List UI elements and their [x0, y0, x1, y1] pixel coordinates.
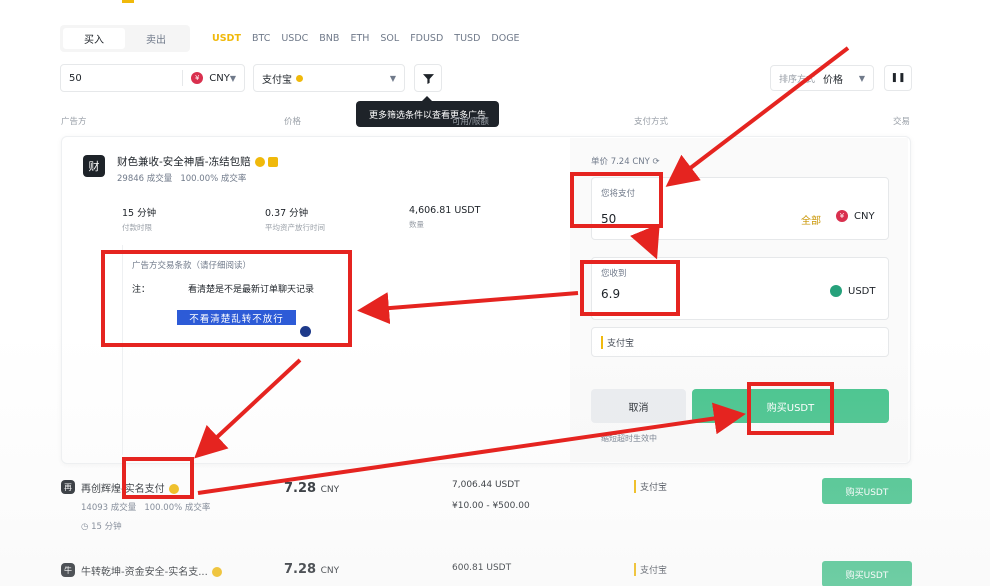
chevron-down-icon[interactable]: ▼: [230, 74, 236, 83]
cny-currency-icon: ¥: [191, 72, 204, 84]
unit-price: 单价 7.24 CNY: [591, 157, 650, 167]
row-available: 600.81 USDT: [452, 563, 512, 573]
row-stats: 14093 成交量 100.00% 成交率: [81, 501, 210, 513]
amount-value: 50: [69, 72, 82, 84]
column-header-advertiser: 广告方: [61, 117, 87, 127]
coin-tab-usdt[interactable]: USDT: [212, 33, 241, 44]
column-header-available: 可用/限额: [452, 117, 489, 127]
payment-method-select[interactable]: 支付宝 ▼: [253, 64, 405, 92]
stat-value: 0.37 分钟: [265, 208, 309, 219]
sort-select[interactable]: 排序方式 价格 ▼: [770, 65, 874, 91]
annotation-box-row-name: [122, 457, 194, 499]
tab-sell[interactable]: 卖出: [125, 28, 187, 49]
row-limit: ¥10.00 - ¥500.00: [452, 501, 530, 511]
price-currency: CNY: [320, 485, 340, 495]
amount-input[interactable]: 50 ¥ CNY ▼: [60, 64, 245, 92]
chevron-down-icon: ▼: [858, 73, 865, 83]
refresh-pause-button[interactable]: ❚❚: [884, 65, 912, 91]
refresh-icon[interactable]: ⟳: [653, 157, 660, 167]
coin-tab-tusd[interactable]: TUSD: [454, 33, 480, 44]
unit-price-row: 单价 7.24 CNY ⟳: [591, 155, 660, 167]
payment-method-selector[interactable]: [591, 327, 889, 357]
coin-tab-bnb[interactable]: BNB: [319, 33, 339, 44]
price-value: 7.28: [284, 481, 317, 496]
column-header-trade: 交易: [893, 117, 911, 127]
order-count: 14093 成交量: [81, 503, 137, 513]
row-pay-time: ◷ 15 分钟: [81, 522, 122, 532]
annotation-box-buy: [747, 382, 834, 435]
column-header-payment: 支付方式: [634, 117, 669, 127]
filter-button[interactable]: [414, 64, 442, 92]
cny-currency-icon: ¥: [836, 210, 848, 222]
annotation-box-pay: [570, 172, 663, 228]
stat-label: 数量: [409, 220, 424, 229]
row-avatar[interactable]: 牛: [61, 563, 75, 577]
coin-tab-fdusd[interactable]: FDUSD: [410, 33, 443, 44]
advertiser-avatar[interactable]: 财: [83, 155, 105, 177]
pay-all-link[interactable]: 全部: [801, 212, 821, 227]
row-advertiser-name: 牛转乾坤-资金安全-实名支...: [81, 563, 222, 578]
stat-payment-time: 15 分钟 付款时限: [122, 205, 156, 233]
advertiser-name[interactable]: 牛转乾坤-资金安全-实名支...: [81, 567, 208, 578]
coin-tab-eth[interactable]: ETH: [350, 33, 369, 44]
coin-tab-usdc[interactable]: USDC: [281, 33, 308, 44]
row-price: 7.28 CNY: [284, 562, 339, 577]
advertiser-name-row: 财色兼收-安全神盾-冻结包赔: [117, 154, 278, 169]
verified-badge-icon: [211, 567, 222, 577]
row-buy-usdt-button[interactable]: 购买USDT: [822, 478, 912, 504]
pay-currency-label: CNY: [854, 210, 875, 222]
payment-method-value: 支付宝: [262, 74, 292, 86]
stat-label: 平均资产放行时间: [265, 223, 325, 232]
coin-tab-btc[interactable]: BTC: [252, 33, 270, 44]
timeout-note[interactable]: 缩短超时生效中: [601, 433, 657, 444]
tab-buy[interactable]: 买入: [63, 28, 125, 49]
merchant-shield-icon: [267, 157, 278, 167]
stat-label: 付款时限: [122, 223, 152, 232]
annotation-box-terms: [101, 250, 352, 347]
cancel-button[interactable]: 取消: [591, 389, 686, 423]
receive-currency-label: USDT: [848, 285, 876, 297]
row-available: 7,006.44 USDT: [452, 480, 520, 490]
completion-rate: 100.00% 成交率: [144, 503, 211, 513]
fiat-currency-label: CNY: [209, 72, 230, 84]
chevron-down-icon[interactable]: ▼: [390, 74, 396, 83]
coin-tab-doge[interactable]: DOGE: [491, 33, 519, 44]
pause-icon: ❚❚: [890, 73, 906, 83]
stat-release-time: 0.37 分钟 平均资产放行时间: [265, 205, 325, 233]
price-value: 7.28: [284, 562, 317, 577]
top-nav-active-indicator: [122, 0, 134, 3]
verified-badge-icon: [254, 157, 265, 167]
trade-side-toggle: 买入 卖出: [60, 25, 190, 52]
completion-rate: 100.00% 成交率: [180, 174, 247, 184]
sort-label: 排序方式: [779, 74, 816, 85]
pay-currency: ¥ CNY: [836, 210, 875, 222]
advertiser-stats: 29846 成交量 100.00% 成交率: [117, 172, 246, 184]
selected-payment-method: 支付宝: [601, 336, 634, 349]
column-header-price: 价格: [284, 117, 302, 127]
annotation-box-receive: [580, 260, 680, 316]
filter-icon: [422, 73, 434, 84]
stat-value: 15 分钟: [122, 208, 157, 219]
divider: [182, 70, 184, 86]
stat-value: 4,606.81 USDT: [409, 205, 481, 216]
price-currency: CNY: [320, 566, 340, 576]
row-avatar[interactable]: 再: [61, 480, 75, 494]
coin-tab-sol[interactable]: SOL: [380, 33, 399, 44]
order-count: 29846 成交量: [117, 174, 173, 184]
receive-currency: USDT: [830, 285, 875, 297]
usdt-coin-icon: [830, 285, 842, 297]
dot-icon: [296, 74, 303, 82]
sort-value: 价格: [823, 74, 844, 86]
row-price: 7.28 CNY: [284, 481, 339, 496]
row-payment-method: 支付宝: [634, 563, 667, 576]
row-buy-usdt-button[interactable]: 购买USDT: [822, 561, 912, 586]
advertiser-name[interactable]: 财色兼收-安全神盾-冻结包赔: [117, 156, 251, 168]
coin-tabs: USDT BTC USDC BNB ETH SOL FDUSD TUSD DOG…: [212, 33, 520, 44]
pay-time: 15 分钟: [91, 522, 122, 532]
stat-quantity: 4,606.81 USDT 数量: [409, 205, 480, 230]
row-payment-method: 支付宝: [634, 480, 667, 493]
